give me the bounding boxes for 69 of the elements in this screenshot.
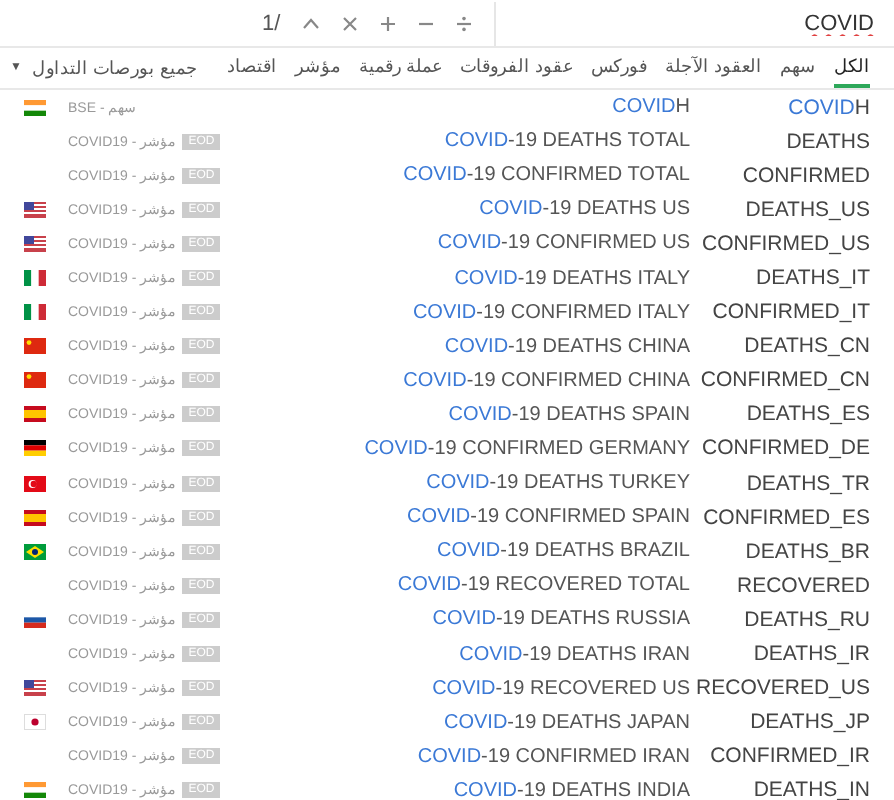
symbol-ticker[interactable]: DEATHS_US	[690, 197, 894, 222]
symbol-description[interactable]: COVID-19 CONFIRMED SPAIN	[220, 506, 690, 529]
symbol-description[interactable]: COVIDH	[190, 96, 690, 119]
symbol-ticker[interactable]: CONFIRMED	[690, 163, 894, 188]
category-tab[interactable]: عملة رقمية	[358, 48, 442, 88]
flag-icon	[23, 406, 45, 423]
symbol-ticker[interactable]: RECOVERED	[690, 573, 894, 598]
symbol-description[interactable]: COVID-19 CONFIRMED ITALY	[220, 301, 690, 324]
flag-icon	[23, 475, 45, 492]
symbol-description[interactable]: COVID-19 DEATHS ITALY	[220, 267, 690, 290]
symbol-description[interactable]: COVID-19 DEATHS BRAZIL	[220, 540, 690, 563]
category-tab[interactable]: فوركس	[590, 48, 647, 88]
symbol-description[interactable]: COVID-19 CONFIRMED IRAN	[220, 745, 690, 768]
flag-icon	[23, 304, 45, 321]
symbol-ticker[interactable]: DEATHS_TR	[690, 471, 894, 496]
category-tab[interactable]: مؤشر	[294, 48, 341, 88]
flag-icon	[23, 338, 45, 355]
close-icon[interactable]	[342, 15, 359, 31]
symbol-ticker[interactable]: RECOVERED_US	[690, 676, 894, 701]
symbol-ticker[interactable]: CONFIRMED_DE	[690, 436, 894, 461]
flag-icon	[23, 509, 45, 526]
symbol-ticker[interactable]: COVIDH	[690, 95, 894, 120]
symbol-ticker[interactable]: CONFIRMED_US	[690, 231, 894, 256]
flag-icon	[23, 680, 45, 697]
symbol-description[interactable]: COVID-19 DEATHS US	[220, 198, 690, 221]
category-tab[interactable]: عقود الفروقات	[459, 48, 573, 88]
symbol-ticker[interactable]: CONFIRMED_CN	[690, 368, 894, 393]
symbol-description[interactable]: COVID-19 RECOVERED TOTAL	[220, 574, 690, 597]
symbol-description[interactable]: COVID-19 DEATHS RUSSIA	[220, 608, 690, 631]
symbol-description[interactable]: COVID-19 CONFIRMED TOTAL	[220, 164, 690, 187]
match-counter: 1/	[262, 11, 281, 35]
category-tab[interactable]: سهم	[780, 48, 816, 88]
symbol-description[interactable]: COVID-19 CONFIRMED CHINA	[220, 369, 690, 392]
symbol-description[interactable]: COVID-19 DEATHS TOTAL	[220, 130, 690, 153]
plus-icon[interactable]	[380, 15, 397, 31]
symbol-ticker[interactable]: DEATHS_RU	[690, 607, 894, 632]
flag-icon	[23, 99, 45, 116]
category-tab[interactable]: الكل	[834, 48, 870, 88]
symbol-ticker[interactable]: DEATHS_IR	[690, 642, 894, 667]
divide-icon[interactable]	[456, 15, 473, 31]
symbol-ticker[interactable]: DEATHS_CN	[690, 334, 894, 359]
symbol-description[interactable]: COVID-19 CONFIRMED GERMANY	[220, 437, 690, 460]
symbol-ticker[interactable]: CONFIRMED_ES	[690, 505, 894, 530]
flag-icon	[23, 201, 45, 218]
symbol-ticker[interactable]: DEATHS_IT	[690, 266, 894, 291]
flag-icon	[23, 611, 45, 628]
symbol-description[interactable]: COVID-19 DEATHS IRAN	[220, 643, 690, 666]
flag-icon	[23, 440, 45, 457]
symbol-ticker[interactable]: DEATHS_BR	[690, 539, 894, 564]
category-tab[interactable]: العقود الآجلة	[664, 48, 762, 88]
symbol-description[interactable]: COVID-19 DEATHS SPAIN	[220, 403, 690, 426]
category-tab[interactable]: اقتصاد	[226, 48, 277, 88]
symbol-description[interactable]: COVID-19 DEATHS JAPAN	[220, 711, 690, 734]
symbol-description[interactable]: COVID-19 CONFIRMED US	[220, 232, 690, 255]
flag-icon	[23, 372, 45, 389]
symbol-description[interactable]: COVID-19 DEATHS CHINA	[220, 335, 690, 358]
symbol-description[interactable]: COVID-19 DEATHS TURKEY	[220, 472, 690, 495]
symbol-ticker[interactable]: DEATHS_ES	[690, 402, 894, 427]
flag-icon	[23, 270, 45, 287]
symbol-description[interactable]: COVID-19 RECOVERED US	[220, 677, 690, 700]
symbol-ticker[interactable]: CONFIRMED_IR	[690, 744, 894, 769]
caret-up-icon[interactable]	[302, 17, 321, 29]
symbol-description[interactable]: COVID-19 DEATHS INDIA	[220, 779, 690, 800]
flag-icon	[23, 235, 45, 252]
flag-icon	[23, 543, 45, 560]
symbol-ticker[interactable]: DEATHS_JP	[690, 710, 894, 735]
symbol-ticker[interactable]: DEATHS	[690, 129, 894, 154]
flag-icon	[23, 714, 45, 731]
symbol-ticker[interactable]: CONFIRMED_IT	[690, 300, 894, 325]
